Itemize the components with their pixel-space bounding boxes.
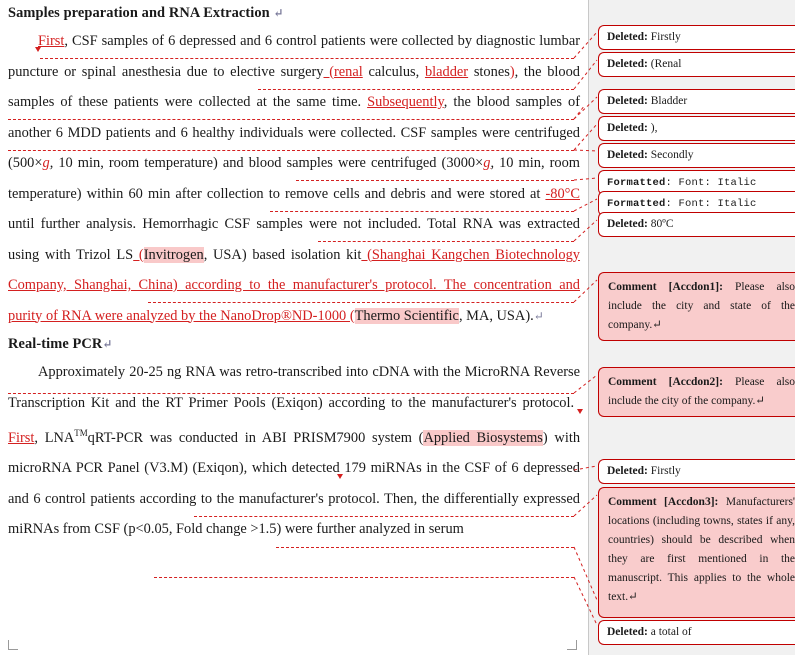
- page-corner-mark: [567, 640, 577, 650]
- revision-margin-pane: Deleted: Firstly Deleted: (Renal Deleted: …: [588, 0, 795, 655]
- revision-box-text: (Renal: [647, 58, 682, 70]
- revision-box-text: 80ºC: [647, 218, 674, 230]
- page-corner-mark: [8, 640, 18, 650]
- revision-box-deleted-3[interactable]: Deleted: Bladder: [598, 89, 795, 114]
- revision-box-deleted-11[interactable]: Deleted: Firstly: [598, 459, 795, 484]
- italic-g-first: g: [42, 155, 50, 171]
- body-text: , MA, USA).: [458, 307, 534, 324]
- paragraph-real-time-pcr: Approximately 20-25 ng RNA was retro-tra…: [8, 357, 583, 545]
- inserted-text-subsequently: Subsequently: [367, 94, 444, 110]
- revision-box-label: Comment [Accdon3]:: [608, 496, 719, 508]
- body-text: , USA) based isolation kit: [203, 246, 362, 263]
- revision-box-label: Deleted:: [607, 218, 648, 230]
- body-text: calculus,: [362, 63, 425, 80]
- revision-box-text: : Font: Italic: [665, 198, 757, 210]
- inserted-space-trizol: (: [133, 246, 144, 263]
- revision-box-text: Bladder: [647, 95, 688, 107]
- revision-box-text: : Font: Italic: [665, 177, 757, 189]
- comment-anchor-applied-biosystems: Applied Biosystems: [423, 429, 543, 446]
- revision-box-label: Formatted: [607, 177, 666, 189]
- revision-box-label: Comment [Accdon2]:: [608, 376, 723, 388]
- revision-box-deleted-5[interactable]: Deleted: Secondly: [598, 143, 795, 168]
- body-text: qRT-PCR was conducted in ABI PRISM7900 s…: [87, 429, 424, 446]
- inserted-text-renal: (renal: [323, 63, 363, 80]
- pilcrow-icon: ↵: [273, 6, 284, 20]
- section-heading-samples-preparation: Samples preparation and RNA Extraction ↵: [8, 0, 580, 26]
- heading-text: Real-time PCR: [8, 336, 103, 352]
- section-heading-real-time-pcr: Real-time PCR↵: [8, 331, 580, 357]
- document-body: Samples preparation and RNA Extraction ↵…: [8, 0, 583, 545]
- inserted-text-first: First: [38, 33, 65, 49]
- revision-box-text: Firstly: [647, 465, 681, 477]
- heading-text: Samples preparation and RNA Extraction: [8, 5, 270, 21]
- revision-box-label: Deleted:: [607, 95, 648, 107]
- body-text: stones: [468, 63, 510, 80]
- revision-box-label: Deleted:: [607, 122, 648, 134]
- revision-box-text: ),: [647, 122, 658, 134]
- formatted-run: Formatted: Font: Italic: [607, 177, 757, 189]
- revision-box-text: Manufacturers' locations (including town…: [608, 496, 795, 603]
- revision-box-text: a total of: [647, 626, 692, 638]
- pilcrow-icon: ↵: [102, 337, 113, 351]
- pilcrow-icon: ↵: [533, 308, 544, 323]
- revision-box-label: Deleted:: [607, 58, 648, 70]
- revision-box-deleted-13[interactable]: Deleted: a total of: [598, 620, 795, 645]
- revision-box-label: Deleted:: [607, 465, 648, 477]
- revision-box-label: Formatted: [607, 198, 666, 210]
- revision-box-text: Firstly: [647, 31, 681, 43]
- body-text: (p<0.05, Fold change >1.5) were further …: [119, 521, 464, 538]
- change-underline: [276, 547, 574, 548]
- revision-box-label: Deleted:: [607, 149, 648, 161]
- inserted-text-temperature: -80°C: [545, 185, 580, 202]
- paragraph-samples-preparation: First, CSF samples of 6 depressed and 6 …: [8, 26, 580, 331]
- revision-box-label: Deleted:: [607, 626, 648, 638]
- revision-box-label: Comment [Accdon1]:: [608, 281, 723, 293]
- comment-anchor-thermo: Thermo Scientific: [354, 307, 459, 324]
- revision-box-deleted-1[interactable]: Deleted: Firstly: [598, 25, 795, 50]
- body-text: , 10 min, room temperature) and blood sa…: [49, 155, 484, 171]
- trademark-superscript: TM: [74, 428, 88, 438]
- revision-box-text: Secondly: [647, 149, 694, 161]
- revision-box-label: Deleted:: [607, 31, 648, 43]
- inserted-text-first-2: First: [8, 429, 35, 446]
- revision-box-comment-12[interactable]: Comment [Accdon3]: Manufacturers' locati…: [598, 487, 795, 618]
- body-text: , LNA: [34, 429, 75, 446]
- revision-box-comment-9[interactable]: Comment [Accdon1]: Please also include t…: [598, 272, 795, 341]
- revision-box-deleted-2[interactable]: Deleted: (Renal: [598, 52, 795, 77]
- revision-box-deleted-4[interactable]: Deleted: ),: [598, 116, 795, 141]
- inserted-text-bladder: bladder: [424, 63, 469, 80]
- body-text: Approximately 20-25 ng RNA was retro-tra…: [8, 364, 580, 411]
- change-underline: [154, 577, 574, 578]
- revision-box-deleted-8[interactable]: Deleted: 80ºC: [598, 212, 795, 237]
- comment-anchor-invitrogen: Invitrogen: [143, 246, 204, 263]
- document-page: Samples preparation and RNA Extraction ↵…: [0, 0, 588, 655]
- formatted-run: Formatted: Font: Italic: [607, 198, 757, 210]
- revision-box-comment-10[interactable]: Comment [Accdon2]: Please also include t…: [598, 367, 795, 417]
